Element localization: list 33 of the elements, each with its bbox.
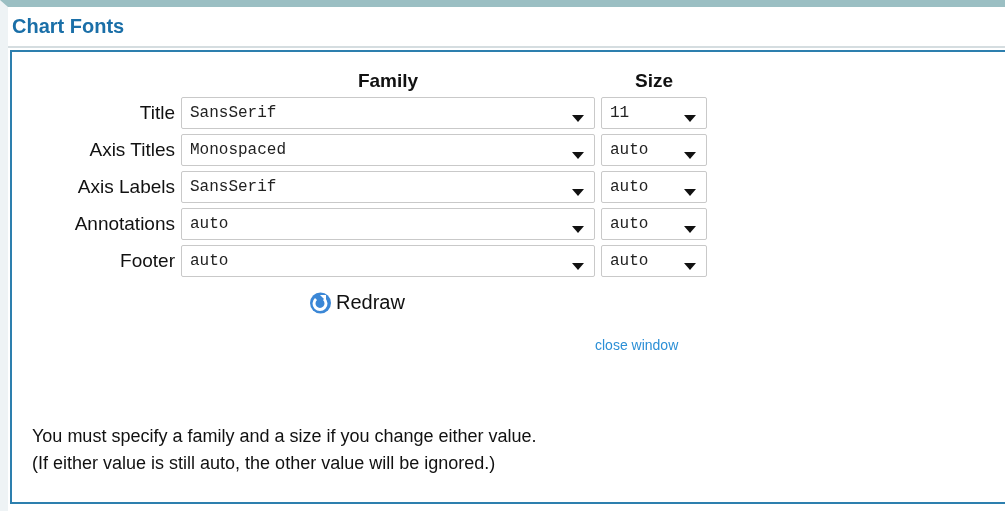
field-label: Annotations [74, 213, 175, 235]
field-label: Axis Labels [77, 176, 175, 198]
refresh-icon [309, 291, 332, 314]
redraw-button[interactable]: Redraw [309, 291, 405, 314]
dropdown[interactable]: auto [601, 171, 707, 203]
column-header: Family [357, 70, 419, 92]
caret-icon [572, 188, 584, 196]
caret-icon [684, 114, 696, 122]
caret-icon [684, 188, 696, 196]
dropdown[interactable]: SansSerif [181, 171, 595, 203]
caret-icon [684, 151, 696, 159]
caret-icon [572, 262, 584, 270]
dropdown[interactable]: auto [181, 245, 595, 277]
column-header: Size [635, 70, 673, 92]
caret-icon [684, 225, 696, 233]
dropdown[interactable]: Monospaced [181, 134, 595, 166]
caret-icon [684, 262, 696, 270]
dropdown[interactable]: 11 [601, 97, 707, 129]
dropdown[interactable]: auto [601, 245, 707, 277]
caret-icon [572, 151, 584, 159]
note-text: (If either value is still auto, the other value will be ignored.) [32, 453, 497, 474]
field-label: Axis Titles [89, 139, 175, 161]
dropdown[interactable]: auto [181, 208, 595, 240]
close-link[interactable]: close window [595, 337, 679, 353]
note-text: You must specify a family and a size if you change either value. [32, 426, 538, 447]
field-label: Title [139, 102, 175, 124]
caret-icon [572, 114, 584, 122]
dropdown[interactable]: auto [601, 134, 707, 166]
window-title: Chart Fonts [8, 7, 1005, 48]
dropdown[interactable]: auto [601, 208, 707, 240]
field-label: Footer [120, 250, 175, 272]
dropdown[interactable]: SansSerif [181, 97, 595, 129]
caret-icon [572, 225, 584, 233]
